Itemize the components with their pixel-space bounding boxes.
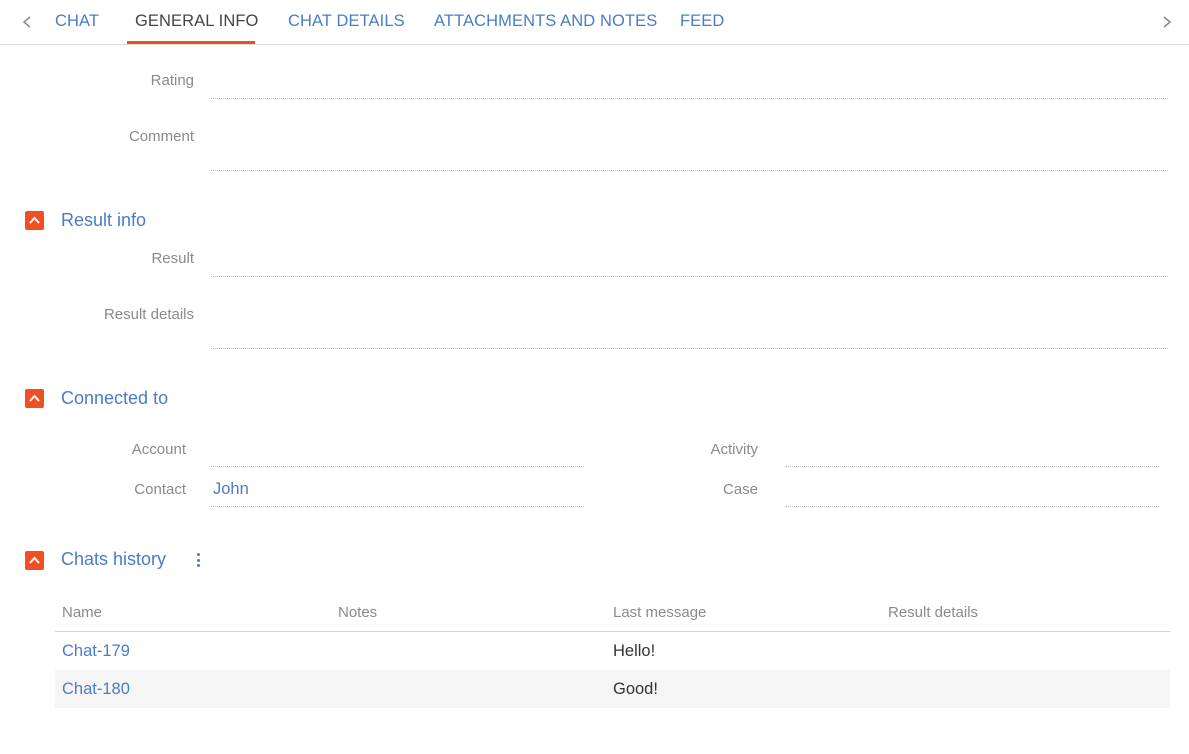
activity-field[interactable]: [785, 446, 1159, 467]
column-header-result-details[interactable]: Result details: [888, 604, 978, 621]
column-header-notes[interactable]: Notes: [338, 604, 377, 621]
chat-last-message: Hello!: [613, 642, 656, 660]
chevron-up-icon: [29, 216, 40, 224]
rating-label: Rating: [150, 72, 194, 89]
rating-field[interactable]: [211, 80, 1168, 99]
tab-attachments-and-notes[interactable]: ATTACHMENTS AND NOTES: [434, 12, 657, 31]
contact-field[interactable]: [211, 486, 584, 507]
column-header-name[interactable]: Name: [62, 604, 102, 621]
chevron-right-icon[interactable]: [1160, 11, 1174, 33]
active-tab-indicator: [127, 41, 255, 44]
account-label: Account: [131, 441, 186, 458]
chevron-left-icon[interactable]: [20, 11, 34, 33]
case-label: Case: [722, 481, 758, 498]
result-info-toggle[interactable]: [25, 211, 44, 230]
tab-chat-details[interactable]: CHAT DETAILS: [288, 12, 405, 31]
result-details-field[interactable]: [211, 303, 1168, 349]
comment-label: Comment: [128, 128, 194, 145]
table-row[interactable]: Chat-179 Hello!: [55, 632, 1170, 670]
chat-last-message: Good!: [613, 680, 658, 698]
kebab-menu-icon[interactable]: [193, 551, 205, 569]
result-info-title: Result info: [61, 210, 147, 230]
tab-general-info[interactable]: GENERAL INFO: [135, 12, 258, 31]
tab-feed[interactable]: FEED: [680, 12, 724, 31]
result-field[interactable]: [211, 258, 1168, 277]
tab-chat[interactable]: CHAT: [55, 12, 99, 31]
contact-label: Contact: [134, 481, 186, 498]
result-details-label: Result details: [103, 306, 194, 323]
chats-history-title: Chats history: [61, 549, 167, 569]
result-label: Result: [151, 250, 194, 267]
chats-history-toggle[interactable]: [25, 551, 44, 570]
contact-value-link[interactable]: John: [213, 480, 249, 499]
chat-name-link[interactable]: Chat-180: [62, 680, 130, 699]
activity-label: Activity: [710, 441, 758, 458]
case-field[interactable]: [785, 486, 1159, 507]
column-header-last-message[interactable]: Last message: [613, 604, 706, 621]
table-row[interactable]: Chat-180 Good!: [55, 670, 1170, 708]
connected-to-title: Connected to: [61, 388, 169, 408]
connected-to-toggle[interactable]: [25, 389, 44, 408]
chevron-up-icon: [29, 394, 40, 402]
comment-field[interactable]: [211, 125, 1168, 171]
tab-bar: CHAT GENERAL INFO CHAT DETAILS ATTACHMEN…: [0, 0, 1189, 45]
chat-name-link[interactable]: Chat-179: [62, 642, 130, 661]
chevron-up-icon: [29, 556, 40, 564]
account-field[interactable]: [211, 446, 584, 467]
